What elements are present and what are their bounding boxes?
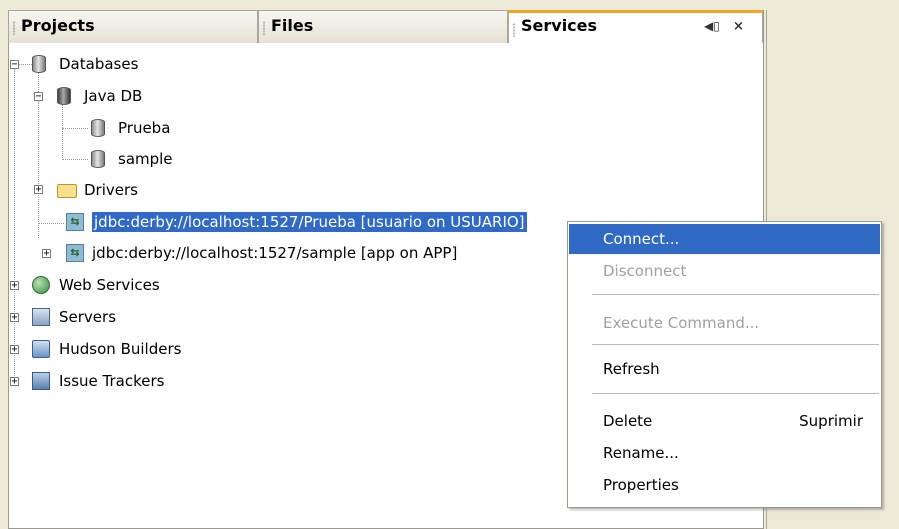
tree-item-prueba[interactable]: Prueba	[118, 118, 170, 138]
folder-icon	[57, 184, 77, 198]
expand-toggle[interactable]: +	[10, 281, 19, 291]
menu-item-execute-command[interactable]: Execute Command...	[569, 308, 880, 338]
menu-separator	[592, 393, 879, 394]
expand-toggle[interactable]: +	[10, 377, 19, 387]
grip-icon	[513, 23, 515, 37]
tree-item-connection-sample[interactable]: jdbc:derby://localhost:1527/sample [app …	[92, 243, 457, 263]
close-icon[interactable]: ×	[733, 19, 744, 34]
menu-item-properties[interactable]: Properties	[569, 470, 880, 500]
collapse-toggle[interactable]: −	[34, 92, 43, 102]
menu-item-connect-label: Connect...	[603, 230, 680, 248]
tab-services-label: Services	[521, 16, 598, 35]
tree-item-sample[interactable]: sample	[118, 149, 173, 169]
tree-line	[62, 128, 88, 129]
tree-item-drivers[interactable]: Drivers	[84, 180, 138, 200]
tree-line	[18, 64, 32, 65]
tree-item-databases[interactable]: Databases	[59, 54, 138, 74]
tree-line	[14, 68, 15, 380]
expand-toggle[interactable]: +	[10, 345, 19, 355]
database-icon	[91, 150, 105, 168]
database-icon	[91, 119, 105, 137]
tree-item-servers[interactable]: Servers	[59, 307, 116, 327]
tab-files-label: Files	[271, 16, 314, 35]
tree-line	[62, 100, 63, 158]
tab-files[interactable]: Files	[258, 10, 508, 43]
grip-icon	[263, 21, 265, 35]
menu-item-disconnect-label: Disconnect	[603, 262, 687, 280]
java-db-icon	[57, 87, 71, 105]
connection-icon: ⇆	[66, 213, 84, 231]
menu-item-delete-shortcut: Suprimir	[799, 412, 863, 430]
server-icon	[32, 308, 50, 326]
web-services-icon	[32, 276, 50, 294]
tree-item-web-services[interactable]: Web Services	[59, 275, 160, 295]
menu-item-refresh-label: Refresh	[603, 360, 660, 378]
menu-item-properties-label: Properties	[603, 476, 679, 494]
menu-item-execute-command-label: Execute Command...	[603, 314, 760, 332]
tree-line	[38, 223, 64, 224]
context-menu: Connect... Disconnect Execute Command...…	[567, 221, 882, 508]
expand-toggle[interactable]: +	[42, 249, 51, 259]
grip-icon	[13, 21, 15, 35]
menu-separator	[592, 294, 879, 295]
collapse-toggle[interactable]: −	[10, 60, 19, 70]
menu-item-delete-label: Delete	[603, 412, 653, 430]
expand-toggle[interactable]: +	[34, 185, 43, 195]
menu-item-disconnect[interactable]: Disconnect	[569, 256, 880, 286]
tree-item-connection-prueba[interactable]: jdbc:derby://localhost:1527/Prueba [usua…	[92, 212, 527, 232]
tree-line	[62, 159, 88, 160]
connection-icon: ⇆	[66, 244, 84, 262]
tab-projects[interactable]: Projects	[8, 10, 258, 43]
issue-tracker-icon	[32, 372, 50, 390]
tab-projects-label: Projects	[21, 16, 95, 35]
tab-services[interactable]: Services ◀▯ ×	[508, 10, 763, 43]
hudson-icon	[32, 340, 50, 358]
menu-item-connect[interactable]: Connect...	[569, 224, 880, 254]
menu-item-refresh[interactable]: Refresh	[569, 354, 880, 384]
menu-separator	[592, 344, 879, 345]
expand-toggle[interactable]: +	[10, 313, 19, 323]
menu-item-rename-label: Rename...	[603, 444, 679, 462]
tree-item-hudson-builders[interactable]: Hudson Builders	[59, 339, 181, 359]
database-icon	[32, 55, 46, 73]
menu-item-rename[interactable]: Rename...	[569, 438, 880, 468]
menu-item-delete[interactable]: Delete Suprimir	[569, 406, 880, 436]
tree-item-java-db[interactable]: Java DB	[84, 86, 142, 106]
minimize-icon[interactable]: ◀▯	[704, 19, 720, 33]
tree-item-issue-trackers[interactable]: Issue Trackers	[59, 371, 164, 391]
